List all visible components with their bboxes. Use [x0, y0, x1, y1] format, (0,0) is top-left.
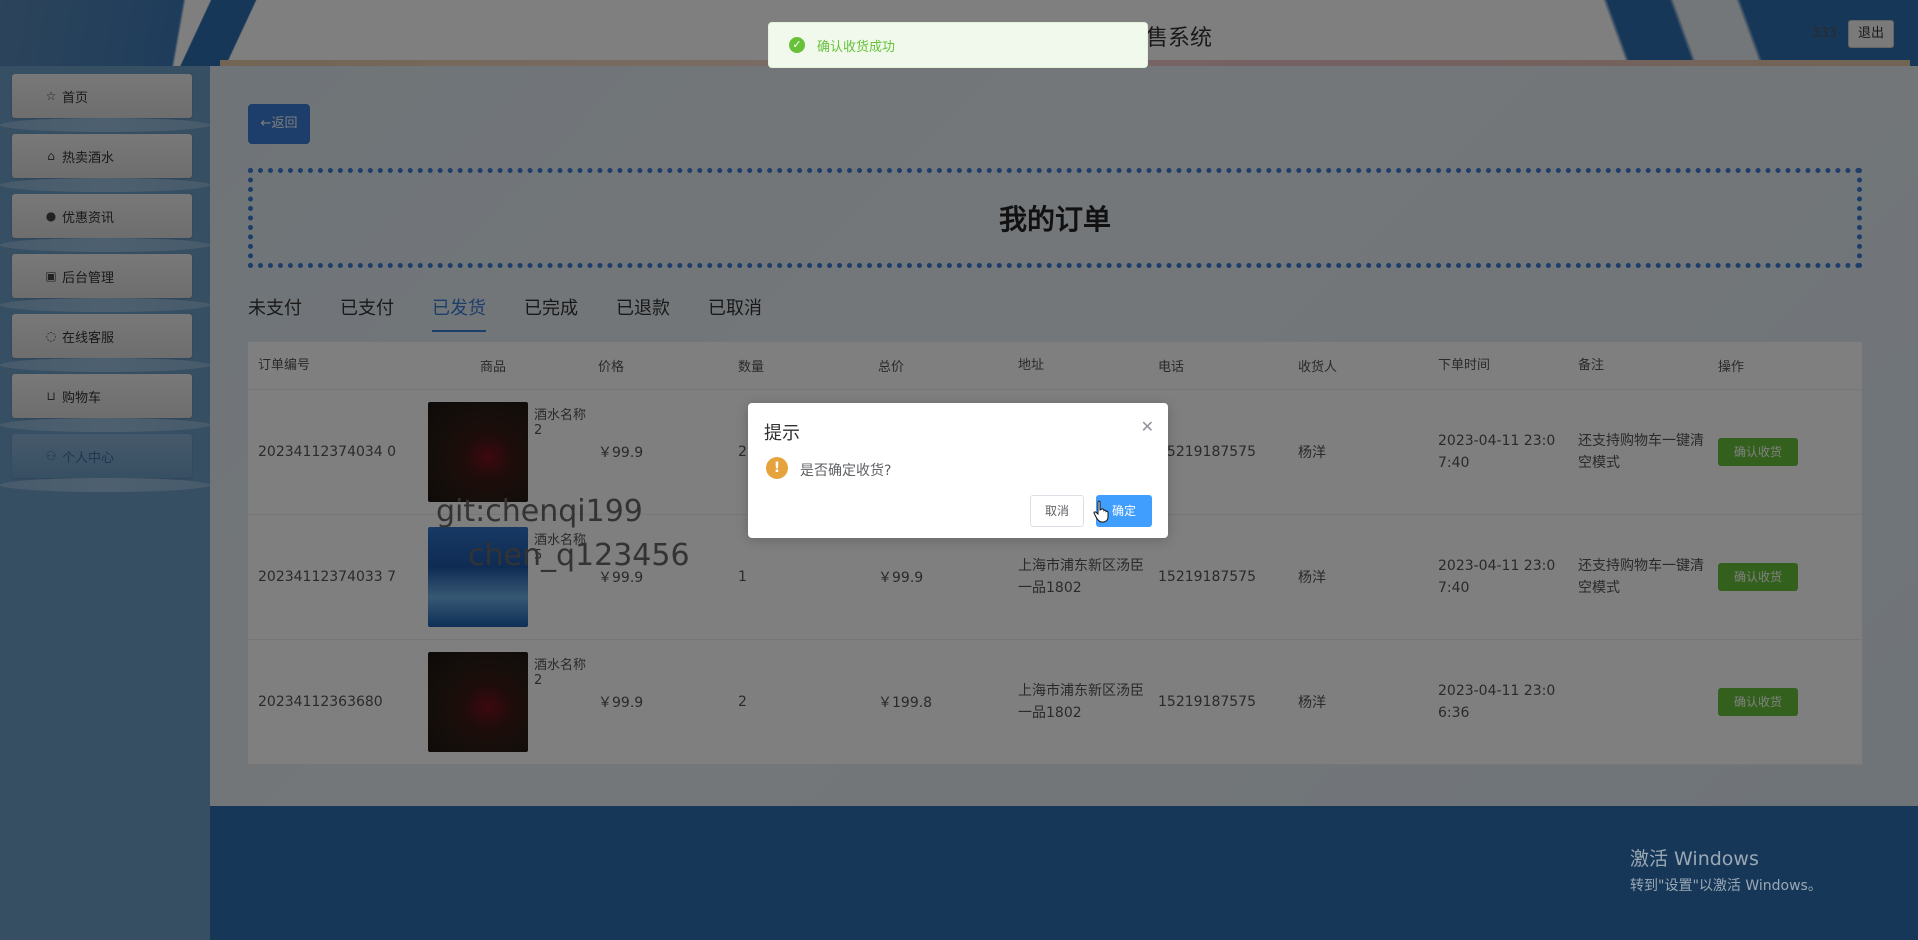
dialog-message: 是否确定收货?	[800, 463, 892, 479]
watermark-text: chen_q123456	[468, 538, 690, 573]
cancel-button[interactable]: 取消	[1030, 495, 1084, 527]
watermark-text: git:chenqi199	[436, 494, 643, 529]
success-toast: ✓ 确认收货成功	[768, 22, 1148, 68]
windows-activation-notice: 激活 Windows 转到"设置"以激活 Windows。	[1630, 844, 1822, 895]
dialog-title: 提示	[764, 423, 800, 444]
toast-message: 确认收货成功	[817, 39, 896, 55]
check-circle-icon: ✓	[789, 37, 805, 53]
windows-activation-title: 激活 Windows	[1630, 848, 1759, 870]
windows-activation-subtitle: 转到"设置"以激活 Windows。	[1630, 878, 1822, 894]
warning-icon: !	[766, 457, 788, 479]
close-icon[interactable]: ✕	[1141, 417, 1154, 436]
hand-cursor-icon	[1092, 500, 1112, 528]
